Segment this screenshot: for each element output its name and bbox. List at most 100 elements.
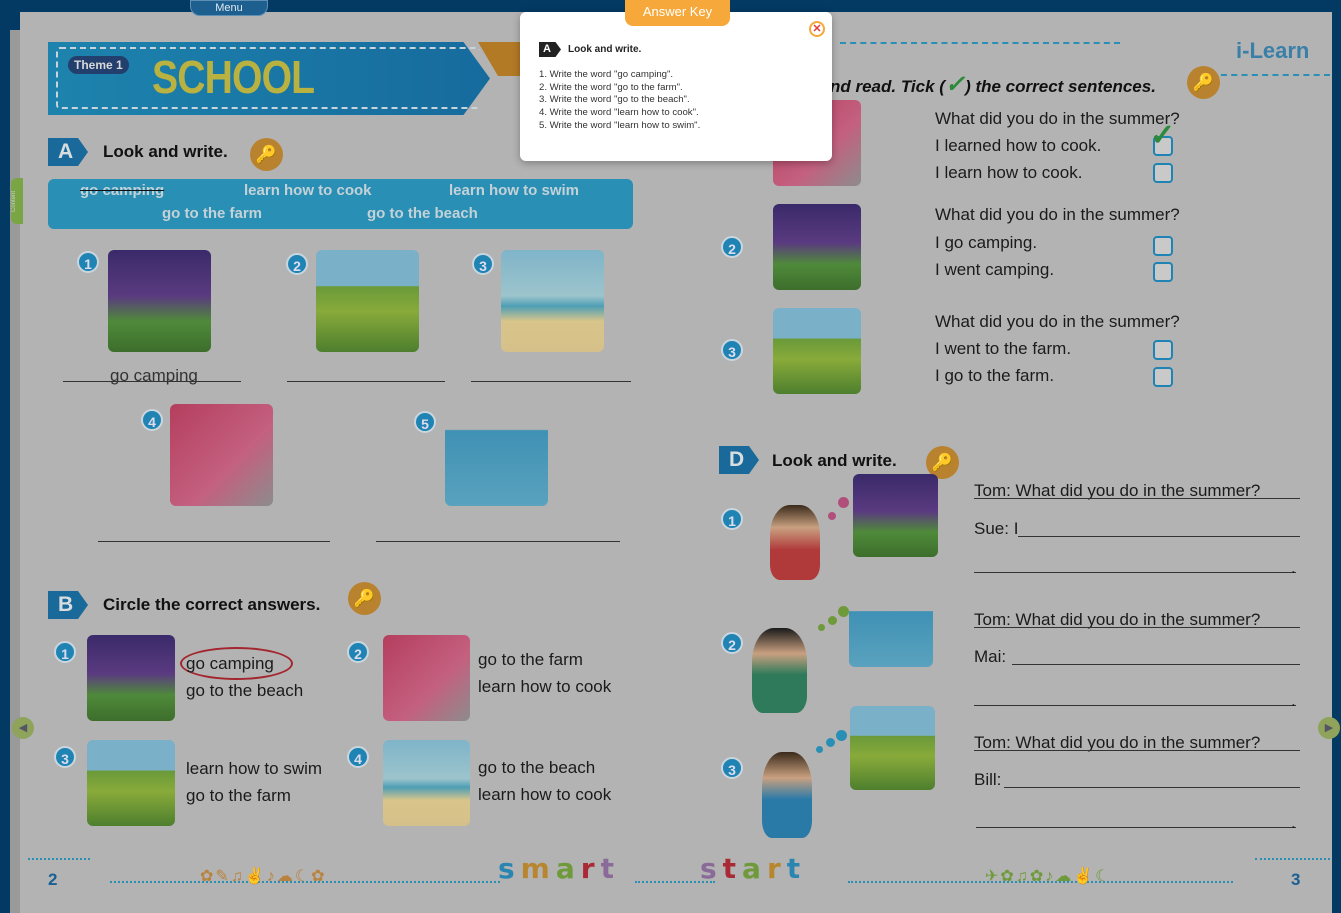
answer-line[interactable] [976, 827, 1296, 828]
word-bank-item: go to the farm [162, 205, 262, 222]
answer-key-icon[interactable]: 🔑 [348, 582, 381, 615]
section-c-title: nd read. Tick (✓) the correct sentences. [830, 70, 1156, 99]
thought-dot [828, 616, 837, 625]
answer-key-icon[interactable]: 🔑 [250, 138, 283, 171]
question-text: What did you do in the summer? [935, 312, 1180, 331]
girl-sue-illustration [770, 505, 820, 580]
brand-letter: t [600, 852, 614, 885]
menu-button[interactable]: Menu [190, 0, 268, 16]
item-number: 3 [472, 253, 494, 275]
answer-prefix: Bill: [974, 770, 1002, 789]
girl-mai-illustration [752, 628, 807, 713]
item-number: 1 [77, 251, 99, 273]
thought-dot [826, 738, 835, 747]
option-text: I learn how to cook. [935, 163, 1083, 182]
answer-line[interactable] [1018, 536, 1300, 537]
beach-picture [383, 740, 470, 826]
option-text: I went to the farm. [935, 339, 1072, 358]
page-title: SCHOOL [152, 51, 315, 103]
option-text[interactable]: go to the beach [186, 681, 303, 701]
item-number: 3 [721, 757, 743, 779]
item-number: 2 [286, 253, 308, 275]
section-d-title: Look and write. [772, 451, 897, 470]
close-icon[interactable]: ✕ [809, 21, 825, 37]
answer-item: 5. Write the word "learn how to swim". [539, 119, 701, 131]
option-text[interactable]: go camping [186, 654, 274, 674]
farm-picture [773, 308, 861, 394]
item-number: 4 [347, 746, 369, 768]
farm-picture [850, 706, 935, 790]
answer-line[interactable] [63, 381, 241, 382]
swimming-picture [849, 592, 933, 667]
item-number: 1 [721, 508, 743, 530]
section-b-title: Circle the correct answers. [103, 595, 321, 614]
theme-badge: Theme 1 [68, 56, 129, 74]
content-tab[interactable]: Content [11, 178, 23, 224]
item-number: 2 [721, 236, 743, 258]
option-text[interactable]: learn how to swim [186, 759, 322, 779]
answer-key-tab: Answer Key [625, 0, 730, 26]
brand-letter: a [742, 852, 761, 885]
checkbox[interactable] [1153, 367, 1173, 387]
period: . [1291, 813, 1296, 832]
option-text[interactable]: learn how to cook [478, 677, 611, 697]
title-part: nd read. Tick ( [830, 77, 945, 96]
prev-page-arrow-icon[interactable]: ◀ [12, 717, 34, 739]
underline [974, 750, 1300, 751]
answer-list: 1. Write the word "go camping". 2. Write… [539, 69, 700, 133]
checkbox[interactable] [1153, 163, 1173, 183]
answer-line[interactable] [974, 705, 1296, 706]
smart-start-logo: smartstart [498, 852, 800, 885]
word-bank-item: go camping [80, 182, 165, 199]
answer-line[interactable] [1012, 664, 1300, 665]
brand-letter: s [498, 852, 515, 885]
word-bank-item: learn how to cook [244, 182, 372, 199]
item-number: 3 [54, 746, 76, 768]
brand-letter: s [699, 852, 717, 885]
item-number: 2 [721, 632, 743, 654]
answer-line[interactable] [287, 381, 445, 382]
checkbox[interactable] [1153, 262, 1173, 282]
beach-picture [501, 250, 604, 352]
option-text[interactable]: go to the farm [478, 650, 583, 670]
option-text[interactable]: learn how to cook [478, 785, 611, 805]
answer-item: 3. Write the word "go to the beach". [539, 94, 690, 106]
brand-letter: a [555, 852, 575, 885]
answer-text: go camping [110, 366, 198, 385]
question-text: What did you do in the summer? [935, 205, 1180, 224]
thought-dot [816, 746, 823, 753]
next-page-arrow-icon[interactable]: ▶ [1318, 717, 1340, 739]
answer-line[interactable] [1004, 787, 1300, 788]
thought-dot [838, 497, 849, 508]
tick-icon: ✓ [944, 71, 966, 98]
cooking-picture [170, 404, 273, 506]
item-number: 5 [414, 411, 436, 433]
brand-letter: r [580, 852, 595, 885]
option-text: I went camping. [935, 260, 1055, 279]
answer-line[interactable] [471, 381, 631, 382]
footer-dash [1255, 858, 1330, 860]
question-text: What did you do in the summer? [935, 109, 1180, 128]
answer-line[interactable] [98, 541, 330, 542]
thought-dot [828, 512, 836, 520]
header-dash [840, 42, 1120, 44]
answer-item: 2. Write the word "go to the farm". [539, 81, 683, 93]
item-number: 1 [54, 641, 76, 663]
answer-line[interactable] [376, 541, 620, 542]
cooking-picture [383, 635, 470, 721]
option-text: I learned how to cook. [935, 136, 1102, 155]
check-mark-icon: ✓ [1150, 119, 1176, 152]
ilearn-logo: i-Learn [1236, 38, 1310, 63]
footer-dash [28, 858, 90, 860]
checkbox[interactable] [1153, 236, 1173, 256]
answer-key-icon[interactable]: 🔑 [1187, 66, 1220, 99]
answer-line[interactable] [974, 572, 1296, 573]
underline [974, 498, 1300, 499]
swimming-picture [445, 404, 548, 506]
thought-dot [818, 624, 825, 631]
option-text[interactable]: go to the farm [186, 786, 291, 806]
option-text[interactable]: go to the beach [478, 758, 595, 778]
checkbox[interactable] [1153, 340, 1173, 360]
farm-picture [316, 250, 419, 352]
section-a-title: Look and write. [103, 142, 228, 161]
